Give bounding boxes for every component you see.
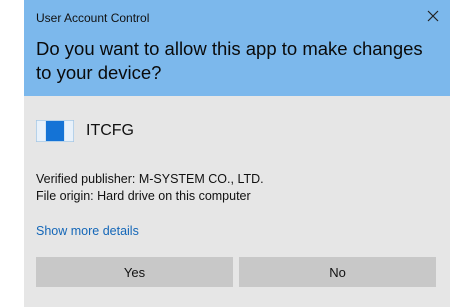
yes-button[interactable]: Yes bbox=[36, 257, 233, 287]
no-button[interactable]: No bbox=[239, 257, 436, 287]
origin-line: File origin: Hard drive on this computer bbox=[36, 189, 251, 203]
dialog-header: User Account Control Do you want to allo… bbox=[24, 0, 450, 96]
publisher-line: Verified publisher: M-SYSTEM CO., LTD. bbox=[36, 172, 264, 186]
show-more-details-link[interactable]: Show more details bbox=[36, 224, 139, 238]
publisher-info: Verified publisher: M-SYSTEM CO., LTD. F… bbox=[36, 171, 264, 205]
app-window-icon bbox=[36, 120, 74, 142]
uac-dialog: User Account Control Do you want to allo… bbox=[24, 0, 450, 307]
close-button[interactable] bbox=[422, 5, 444, 27]
dialog-title: User Account Control bbox=[36, 11, 150, 25]
uac-question: Do you want to allow this app to make ch… bbox=[36, 38, 423, 83]
app-row: ITCFG bbox=[36, 119, 134, 143]
app-name: ITCFG bbox=[86, 122, 134, 139]
close-icon bbox=[427, 10, 439, 22]
